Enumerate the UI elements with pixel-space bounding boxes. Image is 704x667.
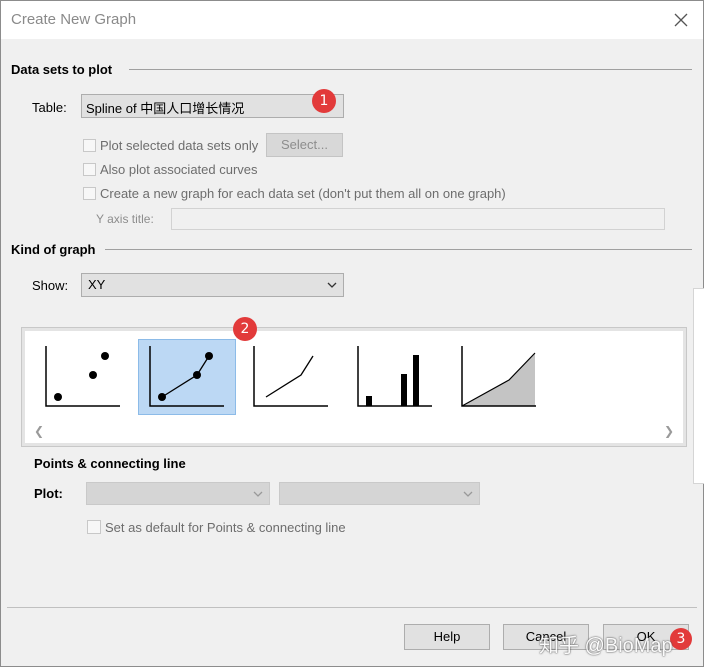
table-value: Spline of 中国人口增长情况 (86, 101, 245, 116)
yaxis-title-label: Y axis title: (96, 212, 154, 226)
options-subheading: Points & connecting line (34, 456, 186, 471)
graph-type-line[interactable] (244, 340, 340, 414)
also-plot-checkbox[interactable] (83, 163, 96, 176)
step-badge-1: 1 (312, 89, 336, 113)
kind-heading: Kind of graph (11, 242, 96, 257)
show-label: Show: (32, 278, 69, 293)
chevron-down-icon (463, 491, 473, 497)
plot-option-combo[interactable] (279, 482, 480, 505)
step-badge-3: 3 (670, 628, 692, 650)
plot-style-combo[interactable] (86, 482, 270, 505)
set-default-checkbox[interactable] (87, 520, 101, 534)
create-new-graph-dialog: Create New Graph Data sets to plot Table… (0, 0, 704, 667)
help-button[interactable]: Help (404, 624, 490, 650)
graph-type-area[interactable] (452, 340, 548, 414)
scroll-left-icon[interactable]: ❮ (34, 424, 44, 438)
points-line-graph-icon (149, 346, 224, 407)
show-value: XY (88, 277, 106, 292)
show-select[interactable]: XY (81, 273, 344, 297)
new-graph-label: Create a new graph for each data set (do… (100, 186, 506, 201)
kind-divider (105, 249, 692, 250)
step-badge-2: 2 (233, 317, 257, 341)
datasets-heading: Data sets to plot (11, 62, 113, 77)
table-label: Table: (32, 100, 67, 115)
graph-type-spikes[interactable] (348, 340, 444, 414)
close-button[interactable] (665, 5, 697, 35)
points-graph-icon (45, 346, 120, 407)
chevron-down-icon (253, 491, 263, 497)
area-graph-icon (461, 346, 536, 407)
spike-graph-icon (357, 346, 432, 407)
footer-divider (7, 607, 697, 608)
plot-selected-label: Plot selected data sets only (100, 138, 259, 153)
select-button[interactable]: Select... (266, 133, 343, 157)
close-icon (674, 13, 688, 27)
chevron-down-icon (327, 282, 337, 288)
dialog-title: Create New Graph (11, 11, 137, 28)
set-default-label: Set as default for Points & connecting l… (105, 520, 346, 535)
yaxis-title-input[interactable] (171, 208, 665, 230)
side-scrollbar[interactable] (693, 288, 704, 484)
also-plot-label: Also plot associated curves (100, 162, 258, 177)
plot-label: Plot: (34, 486, 63, 501)
plot-selected-checkbox[interactable] (83, 139, 96, 152)
graph-type-points[interactable] (36, 340, 132, 414)
watermark: 知乎 @BioMap (539, 635, 673, 657)
new-graph-checkbox[interactable] (83, 187, 96, 200)
title-bar: Create New Graph (1, 1, 703, 39)
graph-type-points-line[interactable] (138, 339, 236, 415)
scroll-right-icon[interactable]: ❯ (664, 424, 674, 438)
datasets-divider (129, 69, 692, 70)
line-graph-icon (253, 346, 328, 407)
graph-type-gallery: ❮ ❯ (21, 327, 687, 447)
table-selector[interactable]: Spline of 中国人口增长情况 (81, 94, 344, 118)
